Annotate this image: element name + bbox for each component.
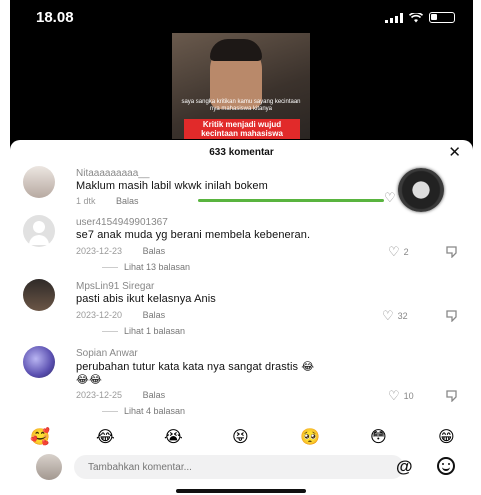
phone-screen: 18.08 saya sangka kritikan kamu sayang k… (10, 0, 473, 495)
view-replies-button[interactable]: Lihat 1 balasan (102, 326, 185, 336)
emoji-bar: 🥰 😂 😭 😝 🥺 😳 😁 (10, 426, 473, 452)
comment-meta: 2023-12-25 Balas (76, 390, 165, 400)
comment-meta: 2023-12-20 Balas (76, 310, 165, 320)
reply-button[interactable]: Balas (143, 310, 166, 320)
comment-item: Sopian Anwar perubahan tutur kata kata n… (10, 346, 473, 424)
heart-icon: ♡ (382, 308, 394, 323)
comment-username[interactable]: MpsLin91 Siregar (76, 281, 154, 292)
avatar[interactable] (23, 346, 55, 378)
comment-count: 633 komentar (209, 147, 274, 158)
comments-header: 633 komentar ✕ (10, 140, 473, 162)
comment-meta: 2023-12-23 Balas (76, 246, 165, 256)
emoji-picker-icon[interactable] (437, 457, 455, 475)
comment-item: user4154949901367 se7 anak muda yg beran… (10, 215, 473, 275)
comment-text: se7 anak muda yg berani membela kebenera… (76, 229, 311, 241)
home-indicator (176, 489, 306, 493)
like-count: 2 (403, 247, 409, 257)
dislike-icon[interactable] (446, 246, 460, 258)
reply-button[interactable]: Balas (143, 246, 166, 256)
video-subtitle: saya sangka kritikan kamu sayang kecinta… (181, 99, 301, 112)
comment-text: perubahan tutur kata kata nya sangat dra… (76, 361, 315, 373)
status-bar: 18.08 (10, 0, 473, 34)
heart-icon: ♡ (388, 244, 400, 259)
touch-indicator-icon (398, 168, 444, 212)
like-button[interactable]: ♡ 2 (388, 244, 409, 260)
heart-icon: ♡ (388, 388, 400, 403)
avatar[interactable] (23, 215, 55, 247)
battery-icon (429, 12, 455, 23)
like-button[interactable]: ♡ 10 (388, 388, 414, 404)
emoji-joy[interactable]: 😂 (96, 429, 115, 447)
video-banner: Kritik menjadi wujud kecintaan mahasiswa (184, 119, 300, 139)
emoji-flushed[interactable]: 😳 (370, 429, 387, 447)
signal-icon (385, 12, 403, 23)
comment-input-row: @ (10, 454, 473, 484)
status-icons (385, 12, 455, 23)
comment-time: 2023-12-25 (76, 390, 123, 400)
comment-time: 1 dtk (76, 196, 96, 206)
mention-icon[interactable]: @ (396, 457, 413, 477)
view-replies-button[interactable]: Lihat 4 balasan (102, 406, 185, 416)
close-icon[interactable]: ✕ (448, 143, 461, 161)
comment-meta: 1 dtk Balas (76, 196, 139, 206)
comment-username[interactable]: Sopian Anwar (76, 348, 138, 359)
emoji-pleading[interactable]: 🥺 (300, 429, 320, 447)
comment-username[interactable]: user4154949901367 (76, 217, 168, 228)
reply-button[interactable]: Balas (116, 196, 139, 206)
comment-item: MpsLin91 Siregar pasti abis ikut kelasny… (10, 279, 473, 339)
dislike-icon[interactable] (446, 310, 460, 322)
comment-text-continued: 😂😂 (76, 374, 102, 386)
like-count: 32 (397, 311, 408, 321)
status-time: 18.08 (36, 9, 74, 26)
comment-username[interactable]: Nitaaaaaaaaa__ (76, 168, 149, 179)
emoji-grin[interactable]: 😁 (438, 429, 455, 447)
comment-time: 2023-12-23 (76, 246, 123, 256)
avatar[interactable] (23, 279, 55, 311)
dislike-icon[interactable] (446, 390, 460, 402)
like-count: 10 (403, 391, 414, 401)
comment-text: pasti abis ikut kelasnya Anis (76, 293, 216, 305)
wifi-icon (409, 12, 423, 22)
video-thumbnail[interactable]: saya sangka kritikan kamu sayang kecinta… (172, 33, 310, 139)
comment-time: 2023-12-20 (76, 310, 123, 320)
comments-sheet: 633 komentar ✕ Nitaaaaaaaaa__ Maklum mas… (10, 140, 473, 495)
comment-text: Maklum masih labil wkwk inilah bokem (76, 180, 268, 192)
comment-input[interactable] (74, 455, 404, 479)
avatar[interactable] (23, 166, 55, 198)
emoji-tongue[interactable]: 😝 (232, 429, 249, 447)
highlight-bar (198, 199, 384, 202)
like-button[interactable]: ♡ 32 (382, 308, 408, 324)
emoji-smiling-hearts[interactable]: 🥰 (30, 429, 50, 447)
avatar (36, 454, 62, 480)
reply-button[interactable]: Balas (143, 390, 166, 400)
view-replies-button[interactable]: Lihat 13 balasan (102, 262, 190, 272)
emoji-sob[interactable]: 😭 (164, 429, 183, 447)
like-heart-icon[interactable]: ♡ (384, 190, 396, 206)
